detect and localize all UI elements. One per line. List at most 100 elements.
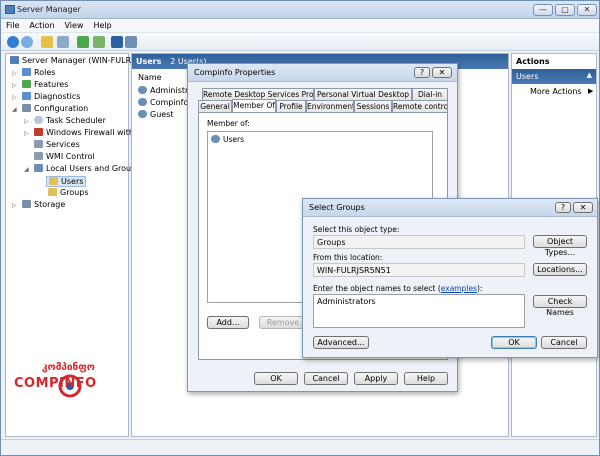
properties-icon[interactable] [125, 36, 137, 48]
submenu-arrow-icon[interactable]: ▶ [588, 87, 593, 95]
tree-item-groups-label: Groups [60, 188, 89, 197]
roles-icon [22, 68, 31, 76]
list-item-label: Users [223, 135, 245, 144]
menu-help[interactable]: Help [88, 19, 116, 30]
expand-icon[interactable]: ▷ [12, 202, 17, 209]
center-title: Users [136, 57, 162, 66]
list-item[interactable]: Compinfo [138, 98, 188, 107]
expand-icon[interactable]: ▷ [12, 94, 17, 101]
select-groups-dialog: Select Groups ? ✕ Select this object typ… [302, 198, 598, 358]
select-help-button[interactable]: ? [555, 202, 571, 213]
column-name[interactable]: Name [138, 73, 162, 82]
tree-item-configuration[interactable]: Configuration [22, 104, 88, 113]
help-icon[interactable] [111, 36, 123, 48]
tab-remote-control[interactable]: Remote control [392, 100, 448, 112]
menu-file[interactable]: File [1, 19, 24, 30]
tree-item-local-users[interactable]: Local Users and Groups [34, 164, 140, 173]
locations-button[interactable]: Locations... [533, 263, 587, 276]
properties-ok-button[interactable]: OK [254, 372, 298, 385]
tree-item-services[interactable]: Services [34, 140, 80, 149]
check-names-button[interactable]: Check Names [533, 295, 587, 317]
storage-icon [22, 200, 31, 208]
list-item[interactable]: Users [211, 135, 244, 144]
tree-item-roles[interactable]: Roles [22, 68, 55, 77]
list-item[interactable]: Guest [138, 110, 174, 119]
tree-item-diagnostics[interactable]: Diagnostics [22, 92, 80, 101]
tree-item-wmi[interactable]: WMI Control [34, 152, 95, 161]
configuration-icon [22, 104, 31, 112]
user-icon [138, 98, 147, 106]
refresh-icon[interactable] [77, 36, 89, 48]
export-list-icon[interactable] [93, 36, 105, 48]
up-folder-icon[interactable] [41, 36, 53, 48]
object-names-input[interactable]: Administrators [313, 294, 525, 328]
clock-icon [34, 116, 43, 124]
properties-title-bar[interactable]: Compinfo Properties ? ✕ [188, 64, 457, 82]
tab-sessions[interactable]: Sessions [354, 100, 392, 112]
tab-dial-in[interactable]: Dial-in [412, 88, 448, 100]
properties-cancel-button[interactable]: Cancel [304, 372, 348, 385]
maximize-button[interactable]: ▢ [555, 4, 575, 16]
select-ok-button[interactable]: OK [491, 336, 537, 349]
object-names-label: Enter the object names to select (exampl… [313, 284, 482, 293]
expand-icon[interactable]: ▷ [24, 130, 29, 137]
examples-link[interactable]: examples [441, 284, 477, 293]
back-arrow-icon[interactable] [7, 36, 19, 48]
actions-section-label: Users [516, 72, 539, 81]
expand-icon[interactable]: ▷ [12, 82, 17, 89]
object-type-label: Select this object type: [313, 225, 400, 234]
tree-item-task-scheduler[interactable]: Task Scheduler [34, 116, 106, 125]
collapse-arrow-icon[interactable]: ▲ [587, 71, 592, 79]
select-close-button[interactable]: ✕ [573, 202, 593, 213]
firewall-icon [34, 128, 43, 136]
remove-button[interactable]: Remove [259, 316, 307, 329]
close-button[interactable]: ✕ [577, 4, 597, 16]
tree-item-groups[interactable]: Groups [48, 188, 89, 197]
tree-item-users[interactable]: Users [46, 176, 87, 187]
diagnostics-icon [22, 92, 31, 100]
properties-help-button[interactable]: Help [404, 372, 448, 385]
tree-item-firewall[interactable]: Windows Firewall with A [34, 128, 142, 137]
object-types-button[interactable]: Object Types... [533, 235, 587, 257]
tree-item-users-label: Users [61, 177, 84, 186]
collapse-icon[interactable]: ◢ [12, 106, 17, 113]
advanced-button[interactable]: Advanced... [313, 336, 369, 349]
services-icon [34, 140, 43, 148]
select-cancel-button[interactable]: Cancel [541, 336, 587, 349]
title-bar[interactable]: Server Manager — ▢ ✕ [1, 1, 599, 19]
tab-member-of[interactable]: Member Of [232, 99, 276, 112]
minimize-button[interactable]: — [533, 4, 553, 16]
expand-icon[interactable]: ▷ [24, 118, 29, 125]
tree-item-firewall-label: Windows Firewall with A [46, 128, 142, 137]
more-actions-link[interactable]: More Actions [530, 87, 582, 96]
help-button[interactable]: ? [414, 67, 430, 78]
actions-section-users[interactable]: Users ▲ [512, 69, 596, 84]
logo-tagline: კომპინფო [42, 362, 95, 373]
logo-brand: COMPINFO [14, 376, 97, 391]
tree-root[interactable]: Server Manager (WIN-FULRJSR5 [10, 56, 149, 65]
tree-item-task-scheduler-label: Task Scheduler [46, 116, 106, 125]
collapse-icon[interactable]: ◢ [24, 166, 29, 173]
location-field: WIN-FULRJSR5N51 [313, 263, 525, 277]
list-item-label: Guest [150, 110, 174, 119]
properties-close-button[interactable]: ✕ [432, 67, 452, 78]
show-hide-tree-icon[interactable] [57, 36, 69, 48]
tab-profile[interactable]: Profile [276, 100, 306, 112]
object-type-field: Groups [313, 235, 525, 249]
user-icon [138, 86, 147, 94]
tab-general[interactable]: General [198, 100, 232, 112]
tree-item-features[interactable]: Features [22, 80, 68, 89]
tab-environment[interactable]: Environment [306, 100, 354, 112]
tab-personal-virtual-desktop[interactable]: Personal Virtual Desktop [314, 88, 412, 100]
select-groups-title-bar[interactable]: Select Groups ? ✕ [303, 199, 597, 217]
apply-button[interactable]: Apply [354, 372, 398, 385]
list-item-label: Compinfo [150, 98, 189, 107]
menu-view[interactable]: View [59, 19, 88, 30]
tree-item-wmi-label: WMI Control [46, 152, 95, 161]
add-button[interactable]: Add... [207, 316, 249, 329]
select-groups-title: Select Groups [309, 203, 365, 212]
forward-arrow-icon[interactable] [21, 36, 33, 48]
tree-item-storage[interactable]: Storage [22, 200, 65, 209]
expand-icon[interactable]: ▷ [12, 70, 17, 77]
menu-action[interactable]: Action [24, 19, 59, 30]
